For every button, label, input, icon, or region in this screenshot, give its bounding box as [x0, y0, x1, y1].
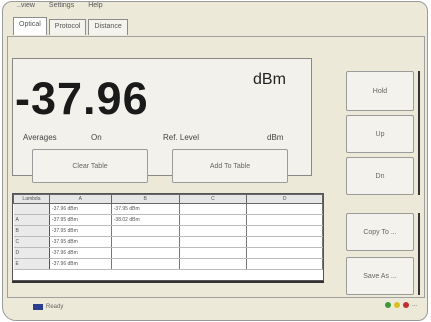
app-window: ..view Settings Help Optical Protocol Di…: [2, 1, 428, 321]
row-header: E: [13, 258, 50, 270]
table-cell: [111, 258, 180, 270]
averages-value: On: [91, 133, 102, 142]
row-header: A: [13, 214, 50, 226]
status-text: Ready: [46, 304, 64, 310]
row-header: [13, 203, 50, 215]
table-cell: [246, 225, 323, 237]
up-button[interactable]: Up: [346, 115, 414, 153]
column-header[interactable]: C: [178, 194, 248, 204]
table-cell: [179, 225, 248, 237]
side-divider: [418, 71, 420, 195]
table-row[interactable]: B -37.95 dBm: [13, 225, 323, 237]
table-row[interactable]: C -37.95 dBm: [13, 236, 323, 248]
menu-help[interactable]: Help: [88, 2, 102, 14]
status-block-icon: [33, 304, 43, 310]
save-as-button[interactable]: Save As ...: [346, 257, 414, 295]
table-cell: [111, 247, 180, 259]
power-value: -37.96: [15, 73, 149, 124]
table-cell: -37.95 dBm: [49, 214, 112, 226]
ref-level-label: Ref. Level: [163, 133, 200, 142]
menu-view[interactable]: ..view: [17, 2, 35, 14]
menu-settings[interactable]: Settings: [49, 2, 74, 14]
table-cell: -37.96 dBm: [49, 247, 112, 259]
row-header: D: [13, 247, 50, 259]
table-cell: [179, 247, 248, 259]
column-header[interactable]: D: [246, 194, 323, 204]
column-header[interactable]: A: [48, 194, 112, 204]
hold-button[interactable]: Hold: [346, 71, 414, 111]
down-button[interactable]: Dn: [346, 157, 414, 195]
main-panel: -37.96 dBm Averages On Ref. Level dBm Cl…: [7, 36, 425, 298]
table-cell: -37.95 dBm: [49, 225, 112, 237]
tab-protocol[interactable]: Protocol: [48, 19, 87, 35]
tab-strip: Optical Protocol Distance: [13, 17, 130, 37]
table-cell: [246, 236, 323, 248]
table-cell: [179, 236, 248, 248]
add-to-table-button[interactable]: Add To Table: [172, 149, 288, 183]
table-cell: [179, 214, 248, 226]
table-cell: [246, 203, 323, 215]
tab-optical[interactable]: Optical: [13, 17, 47, 35]
clear-table-button[interactable]: Clear Table: [32, 149, 148, 183]
table-cell: -37.95 dBm: [49, 236, 112, 248]
table-cell: [111, 225, 180, 237]
table-cell: [246, 214, 323, 226]
table-cell: [111, 236, 180, 248]
tray-yellow-icon[interactable]: [393, 302, 400, 308]
row-header: C: [13, 236, 50, 248]
table-cell: -37.95 dBm: [111, 203, 180, 215]
tray-green-icon[interactable]: [384, 302, 391, 308]
tray-red-icon[interactable]: [402, 302, 409, 308]
table-row[interactable]: A -37.95 dBm -38.02 dBm: [13, 214, 323, 226]
table-row[interactable]: D -37.96 dBm: [13, 247, 323, 259]
ref-level-value: dBm: [267, 133, 284, 142]
copy-to-button[interactable]: Copy To ...: [346, 213, 414, 251]
row-header: B: [13, 225, 50, 237]
table-cell: [246, 247, 323, 259]
table-cell: [179, 258, 248, 270]
table-cell: [179, 203, 248, 215]
tray-clock: ...: [411, 302, 417, 308]
table-bottom-edge: [12, 281, 324, 283]
tab-distance[interactable]: Distance: [88, 19, 128, 35]
column-header[interactable]: Lambda: [13, 194, 50, 204]
power-unit: dBm: [253, 71, 286, 88]
menu-bar: ..view Settings Help: [17, 2, 103, 14]
results-table: Lambda A B C D -37.96 dBm -37.95 dBm A -…: [12, 193, 324, 281]
table-row[interactable]: E -37.96 dBm: [13, 258, 323, 270]
averages-label: Averages: [23, 133, 57, 142]
status-bar: Ready: [33, 302, 63, 312]
table-cell: -38.02 dBm: [111, 214, 180, 226]
table-cell: [246, 258, 323, 270]
table-cell: -37.96 dBm: [49, 203, 112, 215]
table-cell: -37.96 dBm: [49, 258, 112, 270]
side-divider-lower: [418, 213, 420, 295]
system-tray: ...: [384, 302, 417, 308]
column-header[interactable]: B: [110, 194, 180, 204]
table-row[interactable]: -37.96 dBm -37.95 dBm: [13, 203, 323, 215]
